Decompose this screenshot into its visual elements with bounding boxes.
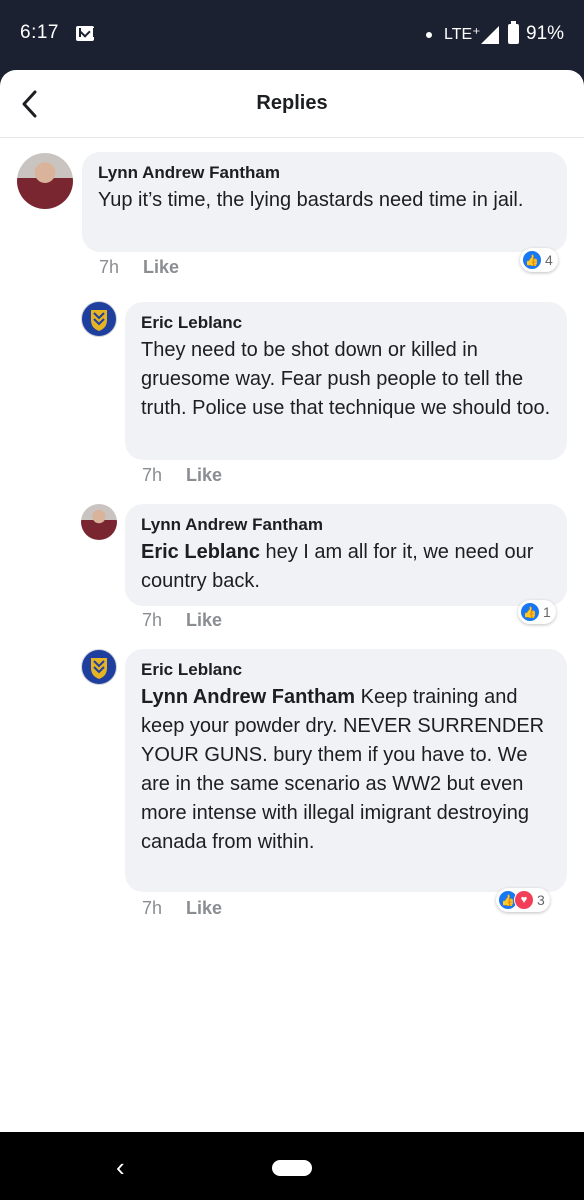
comment-meta: 7h Like: [99, 257, 179, 278]
avatar[interactable]: [81, 301, 117, 337]
avatar[interactable]: [81, 649, 117, 685]
comment-author[interactable]: Eric Leblanc: [141, 312, 551, 334]
system-back-icon[interactable]: ‹: [116, 1152, 125, 1183]
like-button[interactable]: Like: [186, 898, 222, 919]
comment-text: Lynn Andrew Fantham Keep training and ke…: [141, 683, 551, 857]
reaction-summary[interactable]: 👍 4: [520, 248, 558, 272]
notification-dot-icon: [426, 32, 432, 38]
reaction-count: 4: [545, 252, 553, 268]
network-type: LTE⁺: [444, 26, 481, 43]
comment-bubble[interactable]: Lynn Andrew Fantham Eric Leblanc hey I a…: [125, 504, 567, 606]
avatar[interactable]: [81, 504, 117, 540]
comment-bubble[interactable]: Lynn Andrew Fantham Yup it’s time, the l…: [82, 152, 567, 252]
comment-author[interactable]: Lynn Andrew Fantham: [98, 162, 551, 184]
header: Replies: [0, 70, 584, 138]
comment-time: 7h: [99, 257, 120, 277]
status-bar: 6:17 LTE⁺ 91%: [0, 0, 584, 70]
comment-meta: 7h Like: [142, 898, 222, 919]
mention-link[interactable]: Eric Leblanc: [141, 541, 260, 563]
comment-time: 7h: [142, 610, 163, 630]
home-pill-button[interactable]: [272, 1160, 312, 1176]
reaction-count: 3: [537, 892, 545, 908]
like-button[interactable]: Like: [186, 465, 222, 486]
signal-icon: [481, 26, 499, 44]
comment-meta: 7h Like: [142, 610, 222, 631]
gmail-icon: [76, 26, 95, 41]
comment-meta: 7h Like: [142, 465, 222, 486]
comment-author[interactable]: Lynn Andrew Fantham: [141, 514, 551, 536]
like-button[interactable]: Like: [143, 257, 179, 278]
comment-author[interactable]: Eric Leblanc: [141, 659, 551, 681]
crest-icon: [91, 658, 107, 679]
mention-link[interactable]: Lynn Andrew Fantham: [141, 686, 355, 708]
system-nav-bar: ‹: [0, 1132, 584, 1200]
thumbs-up-icon: 👍: [520, 602, 540, 622]
comment-bubble[interactable]: Eric Leblanc They need to be shot down o…: [125, 302, 567, 460]
comment-time: 7h: [142, 898, 163, 918]
heart-icon: ♥: [514, 890, 534, 910]
reaction-summary[interactable]: 👍 1: [518, 600, 556, 624]
comment-bubble[interactable]: Eric Leblanc Lynn Andrew Fantham Keep tr…: [125, 649, 567, 892]
battery-percent: 91%: [526, 23, 565, 44]
comment-time: 7h: [142, 465, 163, 485]
crest-icon: [91, 310, 107, 331]
battery-icon: [508, 21, 519, 44]
reaction-count: 1: [543, 604, 551, 620]
like-button[interactable]: Like: [186, 610, 222, 631]
reaction-summary[interactable]: 👍 ♥ 3: [496, 888, 550, 912]
comment-text: Yup it’s time, the lying bastards need t…: [98, 189, 524, 211]
comment-text: They need to be shot down or killed in g…: [141, 339, 551, 419]
comment-body: Keep training and keep your powder dry. …: [141, 686, 545, 853]
page-title: Replies: [256, 92, 328, 114]
replies-sheet: Replies Lynn Andrew Fantham Yup it’s tim…: [0, 70, 584, 1132]
status-time: 6:17: [20, 22, 59, 43]
avatar[interactable]: [17, 153, 73, 209]
thumbs-up-icon: 👍: [522, 250, 542, 270]
comment-text: Eric Leblanc hey I am all for it, we nee…: [141, 538, 551, 596]
